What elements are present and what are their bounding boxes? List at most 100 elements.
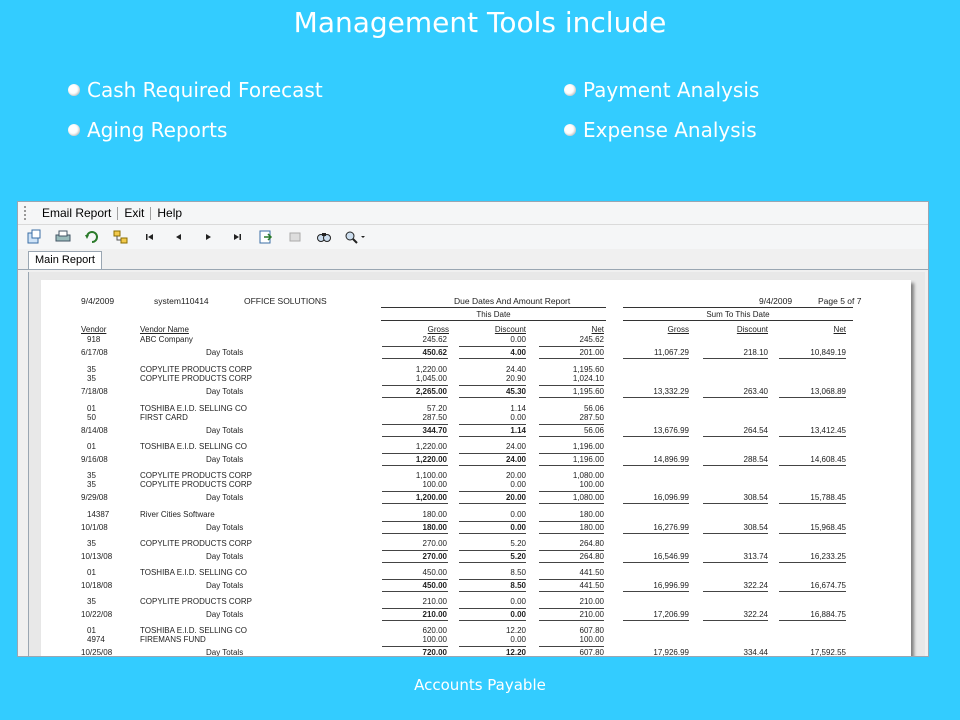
sum-discount-cell: 264.54 <box>743 426 768 435</box>
vendor-id: 35 <box>87 597 96 606</box>
discount-cell: 0.00 <box>510 480 526 489</box>
sum-net-cell: 13,068.89 <box>810 387 846 396</box>
gross-cell: 1,220.00 <box>415 365 447 374</box>
net-cell: 1,080.00 <box>572 471 604 480</box>
slide-title: Management Tools include <box>293 6 667 39</box>
day-totals-label: Day Totals <box>206 426 244 435</box>
vendor-name: TOSHIBA E.I.D. SELLING CO <box>140 442 247 451</box>
total-underline <box>459 591 526 592</box>
tab-row: Main Report <box>18 249 928 270</box>
sum-net-cell: 17,592.55 <box>810 648 846 657</box>
bullet-dot-icon <box>564 84 576 96</box>
report-viewer-window: Email Report Exit Help Main Report 9/4/2… <box>17 201 929 657</box>
total-underline <box>539 562 604 563</box>
zoom-icon[interactable] <box>343 227 369 247</box>
net-cell: 441.50 <box>579 568 604 577</box>
col-sum-gross: Gross <box>667 325 689 334</box>
due-date: 8/14/08 <box>81 426 108 435</box>
total-underline <box>539 503 604 504</box>
menu-exit[interactable]: Exit <box>118 206 150 220</box>
total-underline <box>459 491 526 492</box>
col-sum-net: Net <box>833 325 846 334</box>
col-gross: Gross <box>427 325 449 334</box>
net-cell: 1,024.10 <box>572 374 604 383</box>
tab-main-report[interactable]: Main Report <box>28 251 102 269</box>
goto-page-icon[interactable] <box>256 227 276 247</box>
sum-gross-cell: 16,996.99 <box>653 581 689 590</box>
total-discount-cell: 5.20 <box>510 552 526 561</box>
day-totals-label: Day Totals <box>206 523 244 532</box>
report-print-date: 9/4/2009 <box>759 296 793 306</box>
total-net-cell: 1,196.00 <box>572 455 604 464</box>
vendor-name: FIREMANS FUND <box>140 635 206 644</box>
total-underline <box>703 465 768 466</box>
total-underline <box>779 562 846 563</box>
gross-cell: 100.00 <box>422 480 447 489</box>
first-page-icon[interactable] <box>140 227 160 247</box>
day-totals-label: Day Totals <box>206 493 244 502</box>
vendor-name: TOSHIBA E.I.D. SELLING CO <box>140 568 247 577</box>
total-underline <box>623 397 689 398</box>
total-underline <box>459 424 526 425</box>
total-underline <box>382 491 448 492</box>
total-gross-cell: 1,200.00 <box>415 493 447 502</box>
discount-cell: 8.50 <box>510 568 526 577</box>
report-area[interactable]: 9/4/2009 system110414 OFFICE SOLUTIONS D… <box>28 272 925 656</box>
search-icon[interactable] <box>314 227 334 247</box>
gross-cell: 100.00 <box>422 635 447 644</box>
last-page-icon[interactable] <box>227 227 247 247</box>
total-underline <box>703 562 768 563</box>
vendor-name: COPYLITE PRODUCTS CORP <box>140 597 253 606</box>
export-icon[interactable] <box>24 227 44 247</box>
prev-page-icon[interactable] <box>169 227 189 247</box>
tree-toggle-icon[interactable] <box>111 227 131 247</box>
total-underline <box>382 424 448 425</box>
sum-net-cell: 13,412.45 <box>810 426 846 435</box>
total-underline <box>382 503 448 504</box>
sum-gross-cell: 16,276.99 <box>653 523 689 532</box>
vendor-name: COPYLITE PRODUCTS CORP <box>140 539 253 548</box>
report-user: system110414 <box>154 296 209 306</box>
print-icon[interactable] <box>53 227 73 247</box>
total-gross-cell: 450.62 <box>422 348 447 357</box>
report-page-number: Page 5 of 7 <box>818 296 862 306</box>
total-underline <box>382 385 448 386</box>
total-underline <box>459 503 526 504</box>
group-sum-to-date: Sum To This Date <box>706 310 770 319</box>
total-underline <box>779 591 846 592</box>
due-date: 9/16/08 <box>81 455 108 464</box>
report-company: OFFICE SOLUTIONS <box>244 296 327 306</box>
total-underline <box>539 453 604 454</box>
total-underline <box>539 608 604 609</box>
sum-discount-cell: 308.54 <box>743 493 768 502</box>
total-underline <box>382 346 448 347</box>
refresh-icon[interactable] <box>82 227 102 247</box>
report-date: 9/4/2009 <box>81 296 115 306</box>
bullet-item: Cash Required Forecast <box>68 78 323 102</box>
vendor-name: TOSHIBA E.I.D. SELLING CO <box>140 404 247 413</box>
total-underline <box>703 358 768 359</box>
net-cell: 245.62 <box>579 335 604 344</box>
net-cell: 1,196.00 <box>572 442 604 451</box>
stop-icon[interactable] <box>285 227 305 247</box>
total-discount-cell: 0.00 <box>510 610 526 619</box>
group-divider <box>623 320 853 321</box>
due-date: 10/22/08 <box>81 610 113 619</box>
total-underline <box>459 533 526 534</box>
total-underline <box>382 521 448 522</box>
sum-gross-cell: 17,926.99 <box>653 648 689 657</box>
due-date: 6/17/08 <box>81 348 108 357</box>
total-gross-cell: 210.00 <box>422 610 447 619</box>
bullet-label: Aging Reports <box>87 118 228 142</box>
discount-cell: 20.90 <box>505 374 526 383</box>
next-page-icon[interactable] <box>198 227 218 247</box>
vendor-name: River Cities Software <box>140 510 215 519</box>
total-gross-cell: 344.70 <box>422 426 447 435</box>
total-net-cell: 201.00 <box>579 348 604 357</box>
menu-help[interactable]: Help <box>151 206 188 220</box>
gross-cell: 270.00 <box>422 539 447 548</box>
menu-email-report[interactable]: Email Report <box>36 206 117 220</box>
total-underline <box>459 646 526 647</box>
due-date: 10/25/08 <box>81 648 113 657</box>
total-underline <box>779 436 846 437</box>
